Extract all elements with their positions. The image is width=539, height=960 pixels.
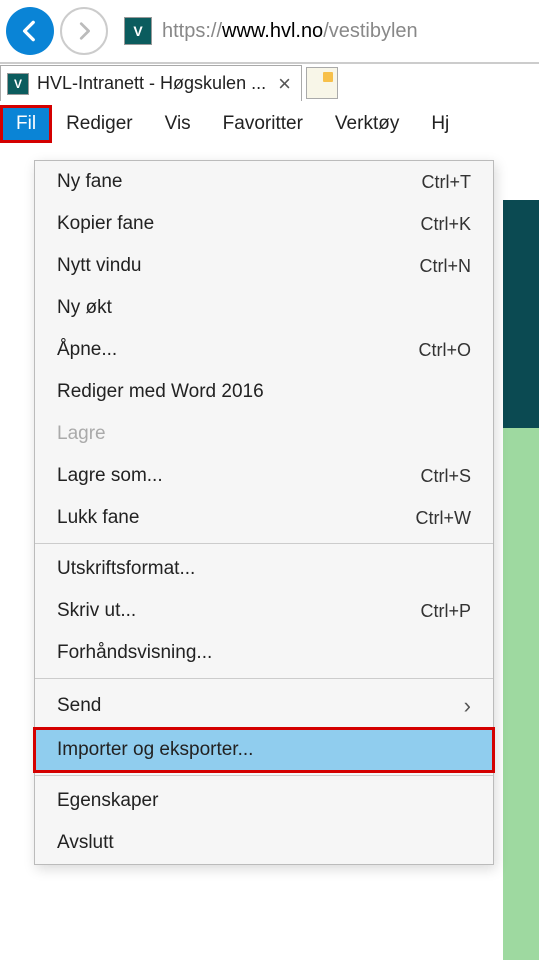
back-button[interactable] <box>6 7 54 55</box>
menu-item[interactable]: Åpne... Ctrl+O <box>35 329 493 371</box>
menu-item[interactable]: Egenskaper <box>35 780 493 822</box>
forward-button <box>60 7 108 55</box>
menu-item[interactable]: Ny økt <box>35 287 493 329</box>
menu-item-label: Avslutt <box>57 832 114 854</box>
menu-vis[interactable]: Vis <box>149 107 207 141</box>
menu-item[interactable]: Lagre som... Ctrl+S <box>35 455 493 497</box>
url-path: /vestibylen <box>323 20 418 42</box>
url-favicon: V <box>124 17 152 45</box>
menu-item-label: Nytt vindu <box>57 255 141 277</box>
menu-item-label: Forhåndsvisning... <box>57 642 212 664</box>
menu-item-shortcut: Ctrl+W <box>416 508 472 529</box>
menu-item[interactable]: Skriv ut... Ctrl+P <box>35 590 493 632</box>
menu-hjelp[interactable]: Hj <box>415 107 465 141</box>
menu-fil[interactable]: Fil <box>2 107 50 141</box>
menu-item[interactable]: Kopier fane Ctrl+K <box>35 203 493 245</box>
menu-favoritter[interactable]: Favoritter <box>207 107 319 141</box>
menu-item[interactable]: Send <box>35 683 493 729</box>
menu-item: Lagre <box>35 413 493 455</box>
menu-item-label: Importer og eksporter... <box>57 739 253 761</box>
menu-item[interactable]: Utskriftsformat... <box>35 548 493 590</box>
new-tab-button[interactable] <box>306 67 338 99</box>
tab-favicon: V <box>7 73 29 95</box>
menu-item-label: Send <box>57 695 101 717</box>
menu-item[interactable]: Lukk fane Ctrl+W <box>35 497 493 539</box>
menu-item-label: Lagre som... <box>57 465 163 487</box>
menu-item-label: Skriv ut... <box>57 600 136 622</box>
page-background <box>503 200 539 960</box>
menu-bar: Fil Rediger Vis Favoritter Verktøy Hj <box>0 102 539 146</box>
menu-item[interactable]: Forhåndsvisning... <box>35 632 493 674</box>
menu-item[interactable]: Nytt vindu Ctrl+N <box>35 245 493 287</box>
menu-item-shortcut: Ctrl+O <box>418 340 471 361</box>
fil-dropdown-menu: Ny fane Ctrl+T Kopier fane Ctrl+K Nytt vindu… <box>34 160 494 865</box>
menu-item-label: Ny fane <box>57 171 122 193</box>
menu-separator <box>35 775 493 776</box>
menu-item-label: Utskriftsformat... <box>57 558 195 580</box>
menu-item-label: Lagre <box>57 423 106 445</box>
tab-title: HVL-Intranett - Høgskulen ... <box>37 73 266 94</box>
menu-item-label: Rediger med Word 2016 <box>57 381 264 403</box>
tab-close-button[interactable]: × <box>274 71 295 97</box>
menu-item[interactable]: Ny fane Ctrl+T <box>35 161 493 203</box>
chevron-right-icon <box>464 693 471 719</box>
menu-separator <box>35 543 493 544</box>
menu-rediger[interactable]: Rediger <box>50 107 149 141</box>
menu-item-shortcut: Ctrl+N <box>419 256 471 277</box>
menu-item[interactable]: Importer og eksporter... <box>35 729 493 771</box>
menu-item[interactable]: Rediger med Word 2016 <box>35 371 493 413</box>
menu-item[interactable]: Avslutt <box>35 822 493 864</box>
menu-item-shortcut: Ctrl+P <box>420 601 471 622</box>
menu-item-label: Kopier fane <box>57 213 154 235</box>
url-host: www.hvl.no <box>222 20 323 42</box>
address-bar[interactable]: https://www.hvl.no/vestibylen <box>158 20 533 43</box>
menu-item-label: Lukk fane <box>57 507 139 529</box>
url-scheme: https:// <box>162 20 222 42</box>
browser-tab[interactable]: V HVL-Intranett - Høgskulen ... × <box>0 65 302 101</box>
menu-separator <box>35 678 493 679</box>
menu-item-label: Egenskaper <box>57 790 158 812</box>
menu-item-label: Ny økt <box>57 297 112 319</box>
menu-verktoy[interactable]: Verktøy <box>319 107 415 141</box>
menu-item-shortcut: Ctrl+T <box>422 172 472 193</box>
menu-item-shortcut: Ctrl+K <box>420 214 471 235</box>
menu-item-shortcut: Ctrl+S <box>420 466 471 487</box>
menu-item-label: Åpne... <box>57 339 117 361</box>
